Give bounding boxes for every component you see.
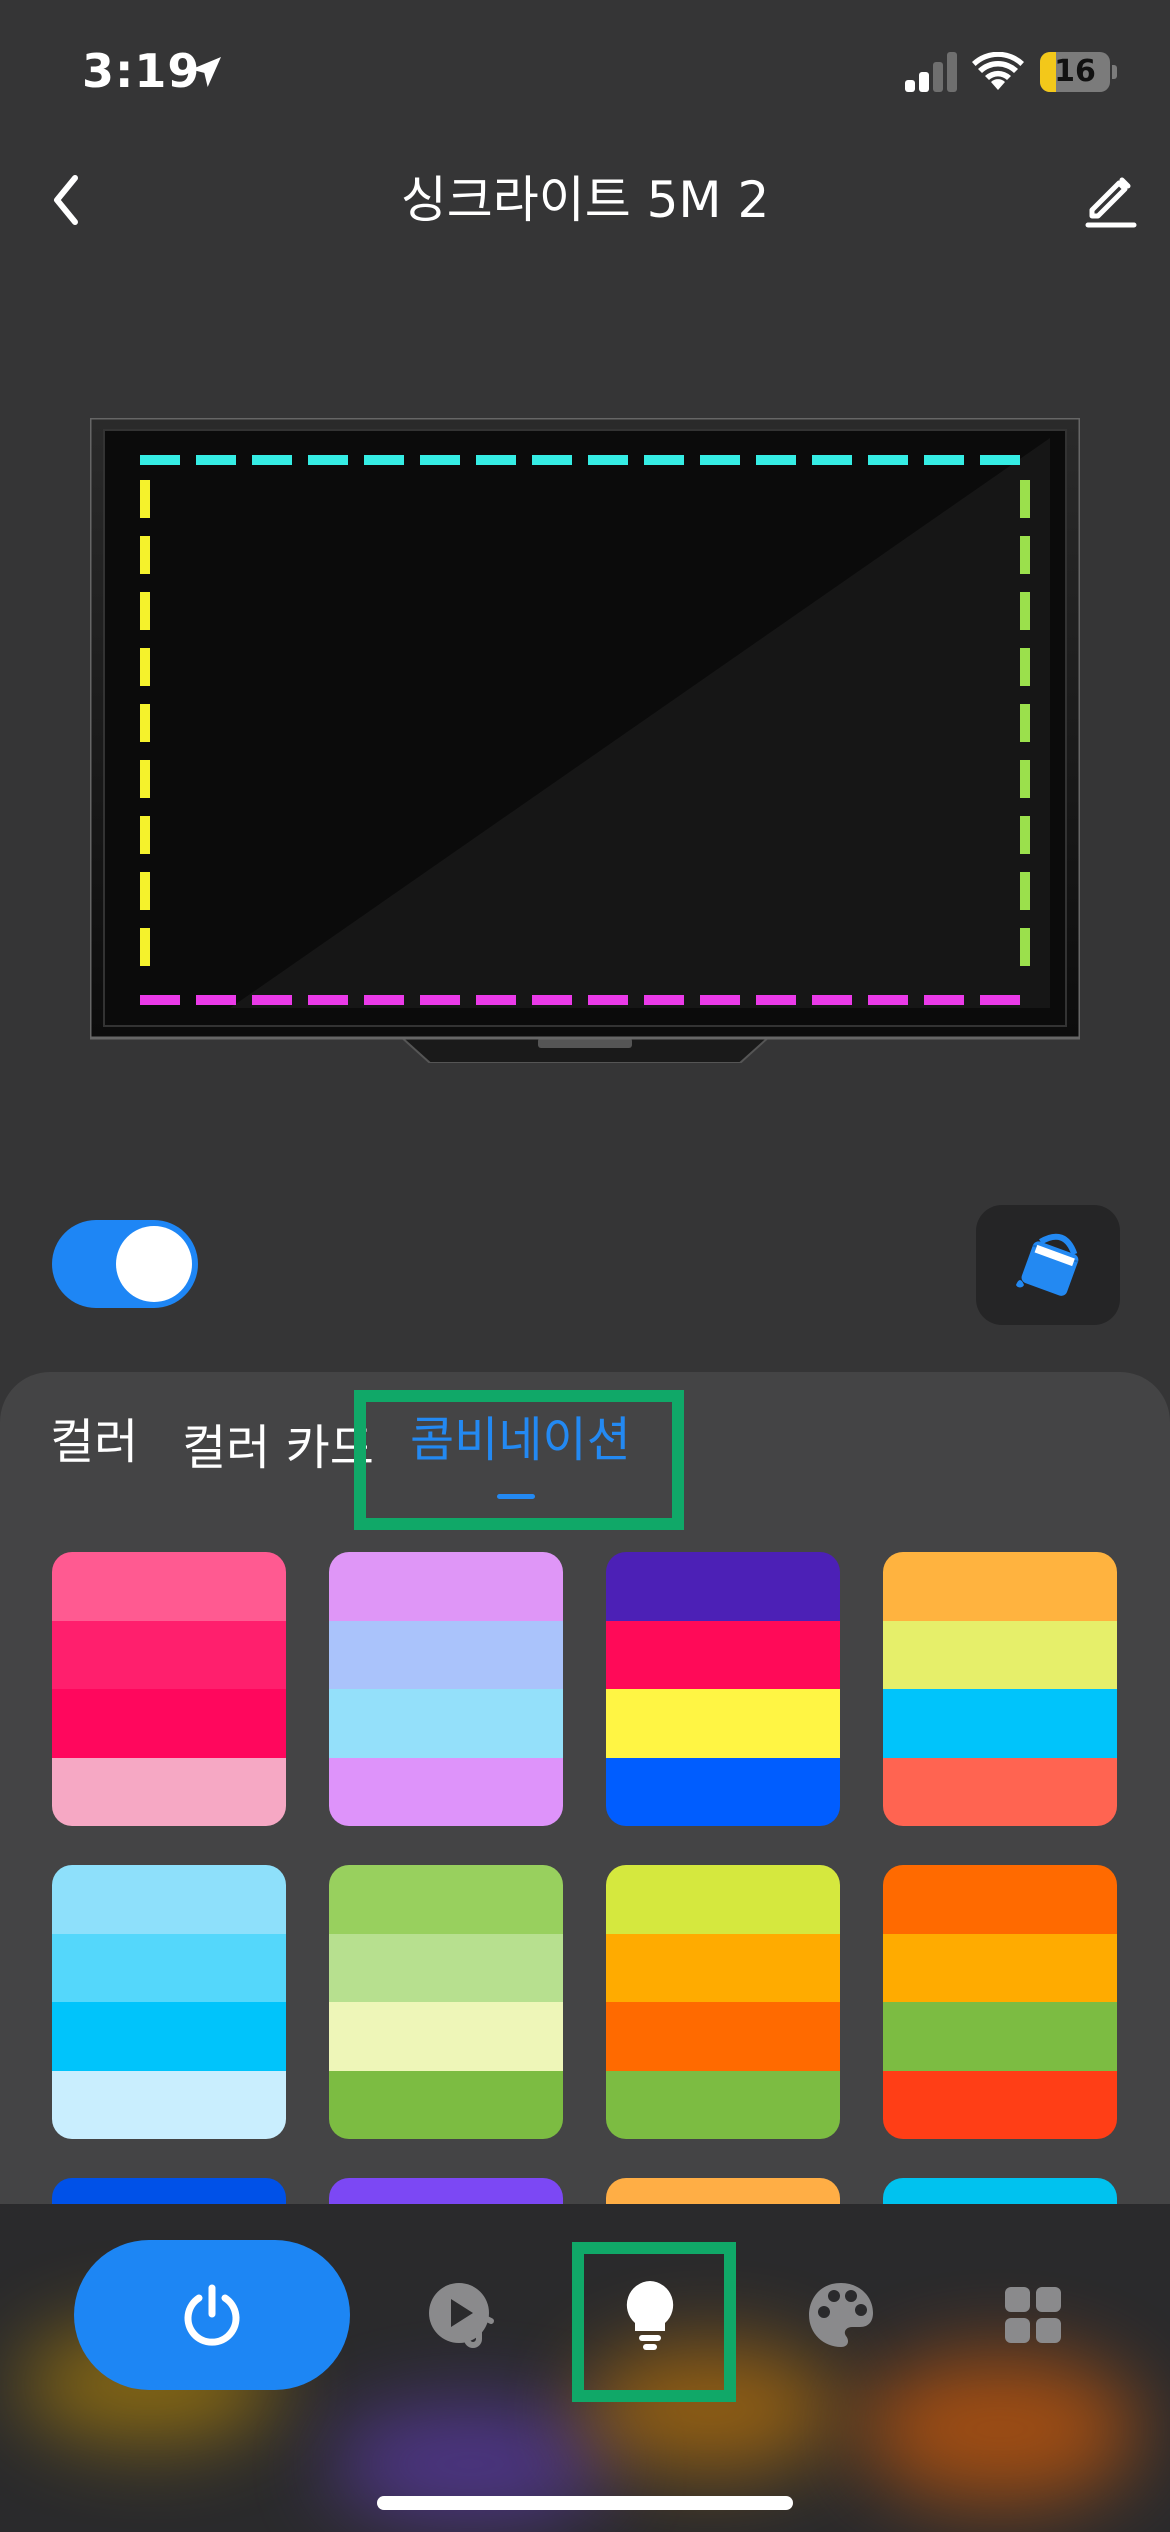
swatch-band [329, 1689, 563, 1758]
status-bar: 3:19 16 [0, 0, 1170, 150]
swatch-band [606, 1552, 840, 1621]
combination-swatch[interactable] [883, 1865, 1117, 2139]
combination-swatch[interactable] [606, 1865, 840, 2139]
swatch-band [883, 1689, 1117, 1758]
swatch-band [329, 2002, 563, 2071]
swatch-band [52, 1757, 286, 1826]
status-time: 3:19 [82, 44, 201, 98]
swatch-band [52, 1865, 286, 1934]
power-button[interactable] [74, 2240, 350, 2390]
swatch-band [606, 1933, 840, 2002]
signal-icon [905, 52, 957, 92]
swatch-band [329, 1757, 563, 1826]
location-arrow-icon [191, 57, 221, 87]
combination-swatch[interactable] [52, 1552, 286, 1826]
swatch-band [606, 1757, 840, 1826]
wifi-icon [972, 52, 1024, 90]
swatch-band [606, 2002, 840, 2071]
swatch-band [883, 2002, 1117, 2071]
swatch-band [329, 2070, 563, 2139]
swatch-band [883, 1757, 1117, 1826]
swatch-band [606, 1689, 840, 1758]
battery-icon: 16 [1040, 52, 1117, 92]
swatch-band [606, 2070, 840, 2139]
combination-swatch[interactable] [52, 1865, 286, 2139]
power-icon [184, 2284, 240, 2346]
swatch-band [52, 1620, 286, 1689]
chevron-left-icon [54, 175, 78, 225]
combination-swatch[interactable] [329, 1865, 563, 2139]
swatch-band [52, 1552, 286, 1621]
battery-level: 16 [1054, 54, 1096, 89]
highlight-box [354, 1390, 684, 1530]
page-title: 싱크라이트 5M 2 [400, 171, 770, 229]
palette-icon [809, 2283, 873, 2347]
swatch-band [883, 1620, 1117, 1689]
swatch-band [883, 1933, 1117, 2002]
grid-icon [1005, 2287, 1061, 2343]
pencil-icon [1085, 177, 1137, 228]
swatch-band [52, 1689, 286, 1758]
paint-bucket-icon [1016, 1233, 1079, 1296]
back-button[interactable] [30, 160, 100, 240]
swatch-band [52, 2002, 286, 2071]
music-play-icon [429, 2283, 494, 2348]
swatch-band [606, 1865, 840, 1934]
swatch-band [883, 1552, 1117, 1621]
tab-color[interactable]: 컬러 [50, 1412, 138, 1472]
swatch-band [883, 2070, 1117, 2139]
swatch-band [52, 1933, 286, 2002]
tv-preview [90, 418, 1080, 1063]
swatch-band [329, 1620, 563, 1689]
power-toggle[interactable] [52, 1220, 198, 1308]
swatch-band [329, 1933, 563, 2002]
swatch-band [52, 2070, 286, 2139]
combination-swatch[interactable] [329, 1552, 563, 1826]
swatch-band [329, 1865, 563, 1934]
swatch-band [606, 1620, 840, 1689]
nav-apps[interactable] [988, 2270, 1078, 2360]
nav-highlight-box [572, 2242, 736, 2402]
tab-color-card[interactable]: 컬러 카드 [182, 1418, 374, 1478]
swatch-band [883, 1865, 1117, 1934]
bottom-nav [0, 2204, 1170, 2532]
home-indicator [377, 2496, 793, 2510]
paint-bucket-button[interactable] [976, 1205, 1120, 1325]
nav-music[interactable] [418, 2270, 508, 2360]
combination-swatch[interactable] [606, 1552, 840, 1826]
toggle-knob [116, 1226, 192, 1302]
nav-palette[interactable] [796, 2270, 886, 2360]
combination-swatch[interactable] [883, 1552, 1117, 1826]
swatch-band [329, 1552, 563, 1621]
edit-button[interactable] [1070, 160, 1150, 240]
